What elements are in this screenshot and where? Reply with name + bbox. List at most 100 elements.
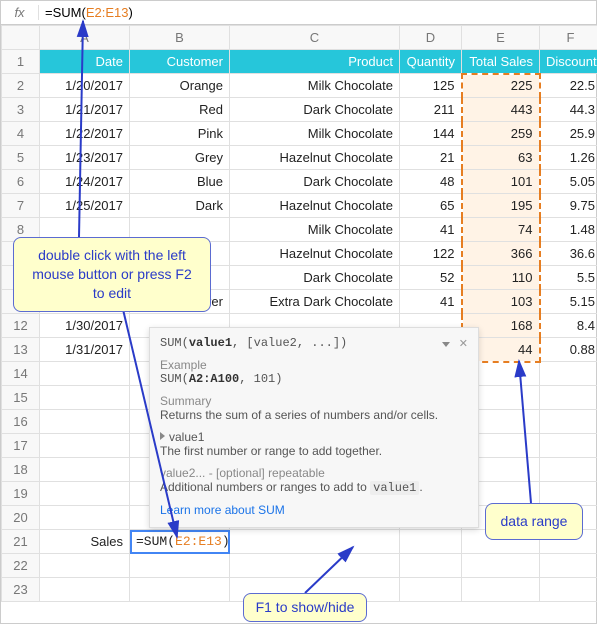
- cell[interactable]: [40, 386, 130, 410]
- cell[interactable]: [40, 362, 130, 386]
- cell[interactable]: 144: [400, 122, 462, 146]
- cell[interactable]: 41: [400, 218, 462, 242]
- row-header[interactable]: 15: [2, 386, 40, 410]
- col-header-E[interactable]: E: [462, 26, 540, 50]
- row-header[interactable]: 6: [2, 170, 40, 194]
- cell[interactable]: Blue: [130, 170, 230, 194]
- collapse-icon[interactable]: [442, 342, 450, 347]
- cell[interactable]: Product: [230, 50, 400, 74]
- cell[interactable]: 1.48: [540, 218, 597, 242]
- cell[interactable]: 1/20/2017: [40, 74, 130, 98]
- row-header[interactable]: 23: [2, 578, 40, 602]
- row-header[interactable]: 22: [2, 554, 40, 578]
- cell[interactable]: [40, 554, 130, 578]
- cell[interactable]: 8.4: [540, 314, 597, 338]
- cell-sales-label[interactable]: Sales: [40, 530, 130, 554]
- row-header[interactable]: 13: [2, 338, 40, 362]
- cell[interactable]: [540, 410, 597, 434]
- cell[interactable]: [400, 530, 462, 554]
- cell[interactable]: Total Sales: [462, 50, 540, 74]
- cell[interactable]: [540, 386, 597, 410]
- active-formula-cell[interactable]: =SUM(E2:E13): [130, 530, 230, 554]
- col-header-D[interactable]: D: [400, 26, 462, 50]
- cell[interactable]: Pink: [130, 122, 230, 146]
- row-header[interactable]: 2: [2, 74, 40, 98]
- cell[interactable]: [540, 578, 597, 602]
- cell[interactable]: Quantity: [400, 50, 462, 74]
- row-header[interactable]: 7: [2, 194, 40, 218]
- col-header-A[interactable]: A: [40, 26, 130, 50]
- row-header[interactable]: 17: [2, 434, 40, 458]
- cell[interactable]: 5.05: [540, 170, 597, 194]
- row-header[interactable]: 19: [2, 482, 40, 506]
- cell[interactable]: [40, 506, 130, 530]
- cell[interactable]: 41: [400, 290, 462, 314]
- cell[interactable]: 21: [400, 146, 462, 170]
- cell[interactable]: [40, 578, 130, 602]
- cell[interactable]: [540, 434, 597, 458]
- cell[interactable]: 366: [462, 242, 540, 266]
- row-header[interactable]: 18: [2, 458, 40, 482]
- cell[interactable]: [40, 482, 130, 506]
- row-header[interactable]: 12: [2, 314, 40, 338]
- cell[interactable]: 1/22/2017: [40, 122, 130, 146]
- cell[interactable]: [130, 578, 230, 602]
- cell[interactable]: 1/23/2017: [40, 146, 130, 170]
- cell[interactable]: 1.26: [540, 146, 597, 170]
- tooltip-learn-more-link[interactable]: Learn more about SUM: [160, 503, 285, 517]
- cell[interactable]: Customer: [130, 50, 230, 74]
- cell[interactable]: Dark: [130, 194, 230, 218]
- cell[interactable]: [130, 554, 230, 578]
- cell[interactable]: 22.5: [540, 74, 597, 98]
- cell[interactable]: [40, 434, 130, 458]
- cell[interactable]: 0.88: [540, 338, 597, 362]
- cell[interactable]: Date: [40, 50, 130, 74]
- row-header[interactable]: 21: [2, 530, 40, 554]
- cell[interactable]: [540, 482, 597, 506]
- cell[interactable]: 101: [462, 170, 540, 194]
- cell[interactable]: [400, 578, 462, 602]
- row-header[interactable]: 1: [2, 50, 40, 74]
- close-icon[interactable]: ✕: [459, 338, 468, 350]
- cell[interactable]: 1/24/2017: [40, 170, 130, 194]
- cell[interactable]: Red: [130, 98, 230, 122]
- cell[interactable]: 1/21/2017: [40, 98, 130, 122]
- cell[interactable]: Discount: [540, 50, 597, 74]
- cell[interactable]: Grey: [130, 146, 230, 170]
- cell[interactable]: 44.3: [540, 98, 597, 122]
- cell[interactable]: 103: [462, 290, 540, 314]
- cell[interactable]: 1/25/2017: [40, 194, 130, 218]
- cell[interactable]: [462, 554, 540, 578]
- cell[interactable]: [462, 578, 540, 602]
- cell[interactable]: 5.5: [540, 266, 597, 290]
- cell[interactable]: Orange: [130, 74, 230, 98]
- cell[interactable]: 5.15: [540, 290, 597, 314]
- row-header[interactable]: 20: [2, 506, 40, 530]
- cell[interactable]: Milk Chocolate: [230, 218, 400, 242]
- cell[interactable]: 110: [462, 266, 540, 290]
- cell[interactable]: Milk Chocolate: [230, 122, 400, 146]
- cell[interactable]: 195: [462, 194, 540, 218]
- row-header[interactable]: 14: [2, 362, 40, 386]
- col-header-C[interactable]: C: [230, 26, 400, 50]
- row-header[interactable]: 3: [2, 98, 40, 122]
- cell[interactable]: [400, 554, 462, 578]
- cell[interactable]: 36.6: [540, 242, 597, 266]
- cell[interactable]: [230, 530, 400, 554]
- cell[interactable]: [540, 362, 597, 386]
- corner-cell[interactable]: [2, 26, 40, 50]
- cell[interactable]: 65: [400, 194, 462, 218]
- cell[interactable]: [230, 554, 400, 578]
- cell[interactable]: [40, 410, 130, 434]
- cell[interactable]: Extra Dark Chocolate: [230, 290, 400, 314]
- cell[interactable]: 48: [400, 170, 462, 194]
- cell[interactable]: [40, 458, 130, 482]
- row-header[interactable]: 4: [2, 122, 40, 146]
- cell[interactable]: 225: [462, 74, 540, 98]
- cell[interactable]: 1/31/2017: [40, 338, 130, 362]
- cell[interactable]: 259: [462, 122, 540, 146]
- cell[interactable]: 9.75: [540, 194, 597, 218]
- col-header-B[interactable]: B: [130, 26, 230, 50]
- formula-input[interactable]: =SUM(E2:E13): [39, 5, 596, 20]
- cell[interactable]: 25.9: [540, 122, 597, 146]
